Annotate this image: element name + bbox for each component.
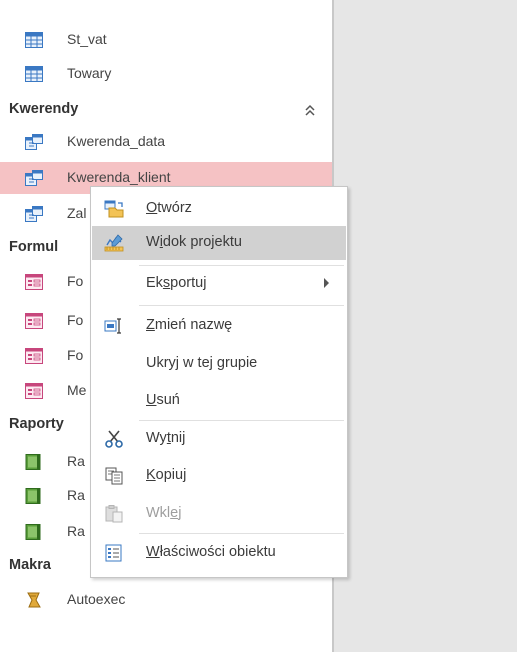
nav-item-label: Towary [67,65,112,81]
nav-item-label: Kwerenda_data [67,133,166,149]
menu-item-label: Kopiuj [146,467,187,483]
rename-icon [104,318,121,334]
menu-item-rename[interactable]: Zmień nazwę [92,309,346,343]
menu-separator [139,305,344,306]
menu-item-label: Ukryj w tej grupie [146,355,258,371]
nav-item-label: St_vat [67,31,107,47]
design-view-icon [104,234,124,252]
group-title: Makra [9,557,51,573]
nav-item-label: Kwerenda_klient [67,169,171,185]
group-title: Kwerendy [9,101,79,117]
menu-item-delete[interactable]: Usuń [92,384,346,418]
nav-item-macro-autoexec[interactable]: Autoexec [0,584,332,616]
menu-item-label: Widok projektu [146,234,242,250]
menu-separator [139,533,344,534]
menu-item-paste[interactable]: Wklej [92,497,346,531]
menu-item-label: Wytnij [146,430,186,446]
menu-item-label: Otwórz [146,200,192,216]
group-title: Formul [9,239,59,255]
nav-item-label: Ra [67,523,85,539]
submenu-arrow-icon [324,278,329,288]
macro-icon [27,592,41,608]
report-icon [25,524,41,540]
menu-item-open[interactable]: Otwórz [92,192,346,226]
paste-icon [105,505,123,523]
nav-item-label: Me [67,382,87,398]
menu-item-design-view[interactable]: Widok projektu [92,226,346,260]
menu-separator [139,420,344,421]
query-icon [25,206,43,222]
nav-item-table-towary[interactable]: Towary [0,58,332,90]
menu-item-label: Usuń [146,392,180,408]
nav-item-label: Ra [67,487,85,503]
form-icon [25,313,43,329]
workspace-area [334,0,517,652]
table-icon [25,32,43,48]
menu-separator [139,265,344,266]
menu-item-cut[interactable]: Wytnij [92,422,346,456]
nav-item-label: Zal [67,205,87,221]
query-icon [25,170,43,186]
scissors-icon [105,430,123,448]
nav-item-table-st-vat[interactable]: St_vat [0,24,332,56]
menu-item-hide-in-group[interactable]: Ukryj w tej grupie [92,347,346,381]
menu-item-label: Zmień nazwę [146,317,233,333]
report-icon [25,454,41,470]
group-title: Raporty [9,416,64,432]
form-icon [25,348,43,364]
table-icon [25,66,43,82]
report-icon [25,488,41,504]
menu-item-export[interactable]: Eksportuj [92,267,346,301]
nav-item-query-data[interactable]: Kwerenda_data [0,126,332,158]
nav-item-label: Ra [67,453,85,469]
group-header-queries[interactable]: Kwerendy [0,98,332,122]
copy-icon [105,467,123,485]
query-icon [25,134,43,150]
open-icon [104,200,124,218]
menu-item-copy[interactable]: Kopiuj [92,459,346,493]
menu-item-label: Właściwości obiektu [146,544,276,560]
properties-icon [105,544,122,562]
context-menu: Otwórz Widok projektu Eksportuj Zmień na… [90,186,348,578]
nav-item-label: Fo [67,273,84,289]
nav-item-label: Fo [67,347,84,363]
nav-item-label: Autoexec [67,591,126,607]
menu-item-label: Eksportuj [146,275,207,291]
menu-item-object-properties[interactable]: Właściwości obiektu [92,536,346,570]
form-icon [25,383,43,399]
menu-item-label: Wklej [146,505,182,521]
form-icon [25,274,43,290]
collapse-chevron-icon[interactable] [304,104,316,118]
nav-item-label: Fo [67,312,84,328]
